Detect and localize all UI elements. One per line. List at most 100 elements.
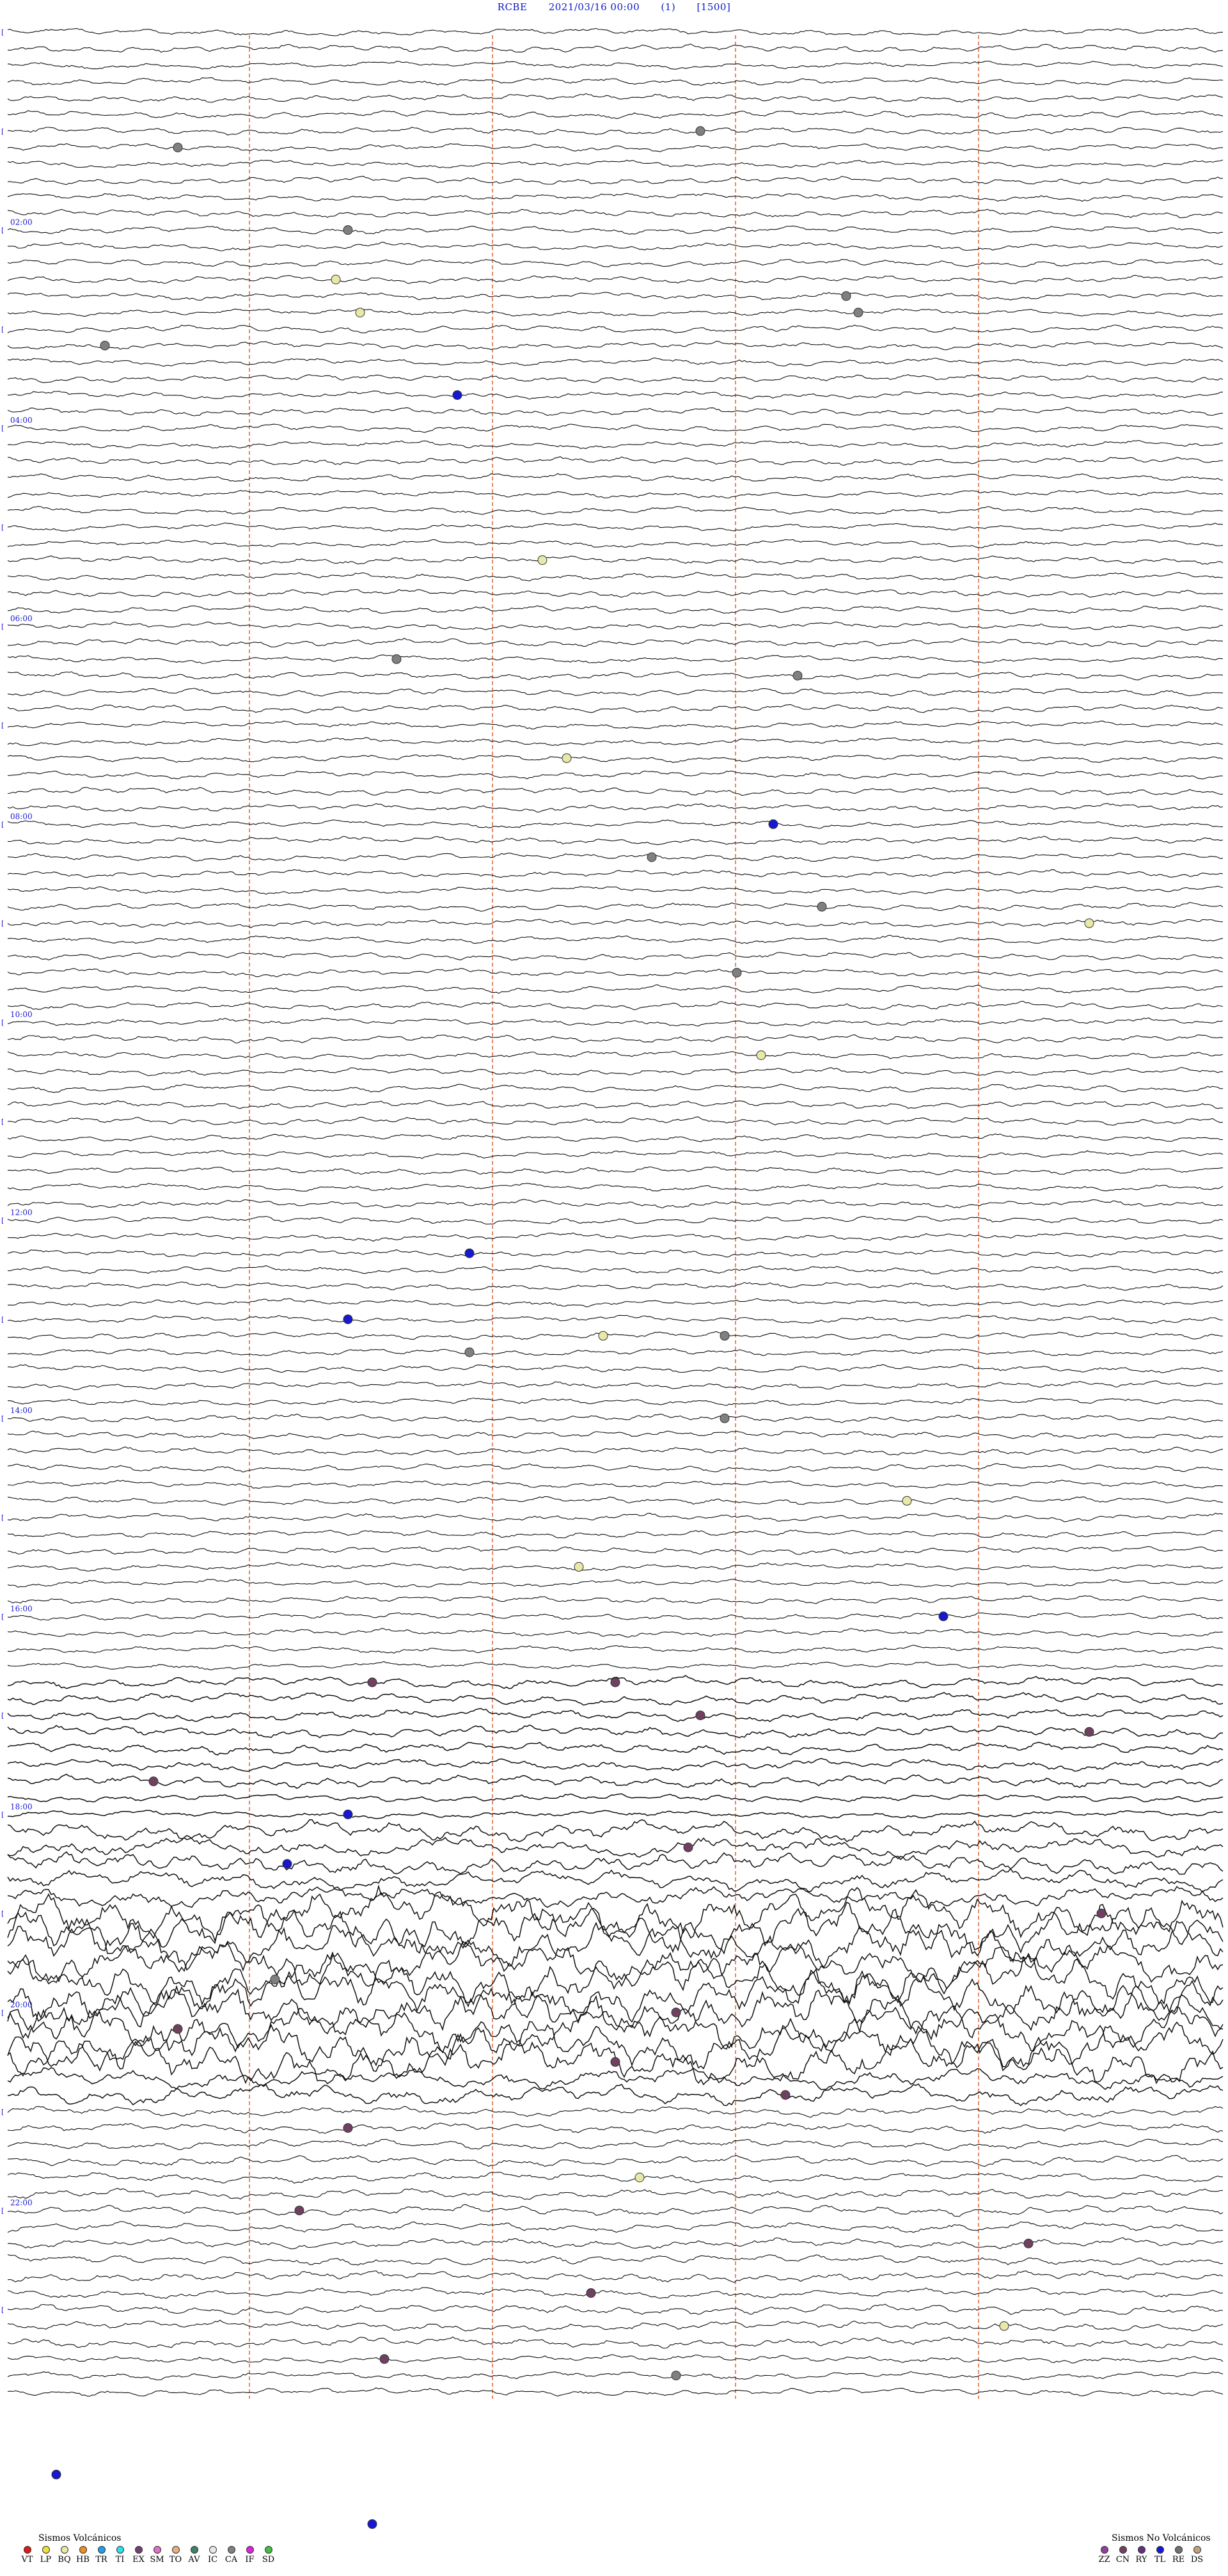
trace-line xyxy=(7,1166,1224,1175)
trace-line xyxy=(7,1281,1224,1291)
event-marker-ca xyxy=(647,852,657,862)
trace-line xyxy=(7,1819,1224,1842)
trace-line xyxy=(7,60,1224,70)
hour-label: 02:00 xyxy=(10,218,33,227)
trace-line xyxy=(7,1133,1224,1142)
trace-line xyxy=(7,1935,1224,1990)
event-marker-bq xyxy=(598,1331,608,1341)
trace-line xyxy=(7,1446,1224,1456)
trace-line xyxy=(7,770,1224,780)
event-marker-bq xyxy=(1084,918,1094,928)
trace-line xyxy=(7,1661,1224,1671)
trace-line xyxy=(7,835,1224,846)
legend-label: CN xyxy=(1115,2555,1130,2564)
trace-line xyxy=(7,2204,1224,2217)
trace-marker: [ xyxy=(1,1118,4,1126)
event-marker-cn xyxy=(780,2090,791,2100)
trace-line xyxy=(7,1116,1224,1126)
trace-line xyxy=(7,407,1224,416)
trace-marker: [ xyxy=(1,1613,4,1621)
trace-line xyxy=(7,274,1224,284)
legend-label: HB xyxy=(76,2555,90,2564)
legend-dot xyxy=(1119,2546,1127,2554)
trace-line xyxy=(7,1150,1224,1159)
trace-line xyxy=(7,423,1224,433)
trace-line xyxy=(7,1067,1224,1077)
trace-line xyxy=(7,1793,1224,1803)
event-marker-bq xyxy=(331,274,341,285)
trace-line xyxy=(7,1017,1224,1027)
hour-label: 20:00 xyxy=(10,2000,33,2009)
trace-line xyxy=(7,209,1224,218)
trace-marker: [ xyxy=(1,325,4,333)
legend-item-zz: ZZ xyxy=(1095,2546,1114,2564)
event-marker-ca xyxy=(792,670,803,681)
event-marker-cn xyxy=(610,2057,620,2067)
legend-dot xyxy=(153,2546,161,2554)
legend-item-to: TO xyxy=(166,2546,185,2564)
trace-line xyxy=(7,2336,1224,2349)
trace-line xyxy=(7,787,1224,796)
trace-line xyxy=(7,951,1224,961)
trace-line xyxy=(7,2287,1224,2299)
trace-line xyxy=(7,2387,1224,2397)
trace-marker: [ xyxy=(1,820,4,828)
event-marker-cn xyxy=(343,2123,353,2133)
trace-line xyxy=(7,2006,1224,2054)
trace-line xyxy=(7,77,1224,86)
legend-item-bq: BQ xyxy=(55,2546,74,2564)
trace-line xyxy=(7,374,1224,383)
legend-label: SM xyxy=(150,2555,164,2564)
legend-dot xyxy=(209,2546,217,2554)
legend-label: RE xyxy=(1172,2555,1185,2564)
trace-line xyxy=(7,1364,1224,1373)
legend-item-if: IF xyxy=(240,2546,259,2564)
legend-label: TI xyxy=(115,2555,125,2564)
event-marker-cn xyxy=(173,2024,183,2034)
trace-line xyxy=(7,919,1223,928)
hour-label: 12:00 xyxy=(10,1208,33,1217)
legend-item-tr: TR xyxy=(92,2546,111,2564)
helicorder-plot: [[[[[[[[[[[[[[[[[[[[[[[[ 02:00 04:00 06:00… xyxy=(1,28,1224,2529)
event-marker-bq xyxy=(355,308,365,318)
trace-line xyxy=(7,1050,1224,1060)
trace-marker: [ xyxy=(1,622,4,631)
event-marker-tl xyxy=(464,1248,475,1258)
trace-marker: [ xyxy=(1,1810,4,1819)
trace-line xyxy=(7,456,1224,466)
legend-dot xyxy=(60,2546,68,2554)
trace-marker: [ xyxy=(1,424,4,432)
legend-label: IC xyxy=(207,2555,218,2564)
trace-line xyxy=(7,588,1224,598)
trace-marker: [ xyxy=(1,127,4,136)
event-marker-tl xyxy=(367,2519,377,2529)
trace-line xyxy=(7,43,1224,53)
trace-line xyxy=(7,340,1224,351)
trace-line xyxy=(7,1084,1224,1093)
trace-line xyxy=(7,1348,1224,1356)
trace-line xyxy=(7,489,1224,499)
trace-line xyxy=(7,572,1224,581)
trace-line xyxy=(7,439,1224,450)
trace-line xyxy=(7,2254,1224,2266)
legend-dot xyxy=(23,2546,31,2554)
trace-line xyxy=(8,390,1224,400)
legend-item-ds: DS xyxy=(1188,2546,1206,2564)
trace-line xyxy=(7,688,1224,697)
trace-line xyxy=(7,605,1224,614)
trace-marker: [ xyxy=(1,1909,4,1918)
legend-label: LP xyxy=(40,2555,52,2564)
trace-line xyxy=(7,2303,1224,2316)
legend-dot xyxy=(1137,2546,1145,2554)
trace-line xyxy=(7,654,1224,664)
trace-line xyxy=(7,803,1224,813)
trace-line xyxy=(7,473,1224,482)
legend-item-ex: EX xyxy=(129,2546,148,2564)
legend-label: BQ xyxy=(58,2555,71,2564)
trace-marker: [ xyxy=(1,226,4,235)
trace-line xyxy=(7,1100,1224,1109)
trace-line xyxy=(7,1480,1224,1489)
legend-dot xyxy=(190,2546,198,2554)
trace-line xyxy=(7,1034,1224,1044)
legend-item-ry: RY xyxy=(1132,2546,1151,2564)
